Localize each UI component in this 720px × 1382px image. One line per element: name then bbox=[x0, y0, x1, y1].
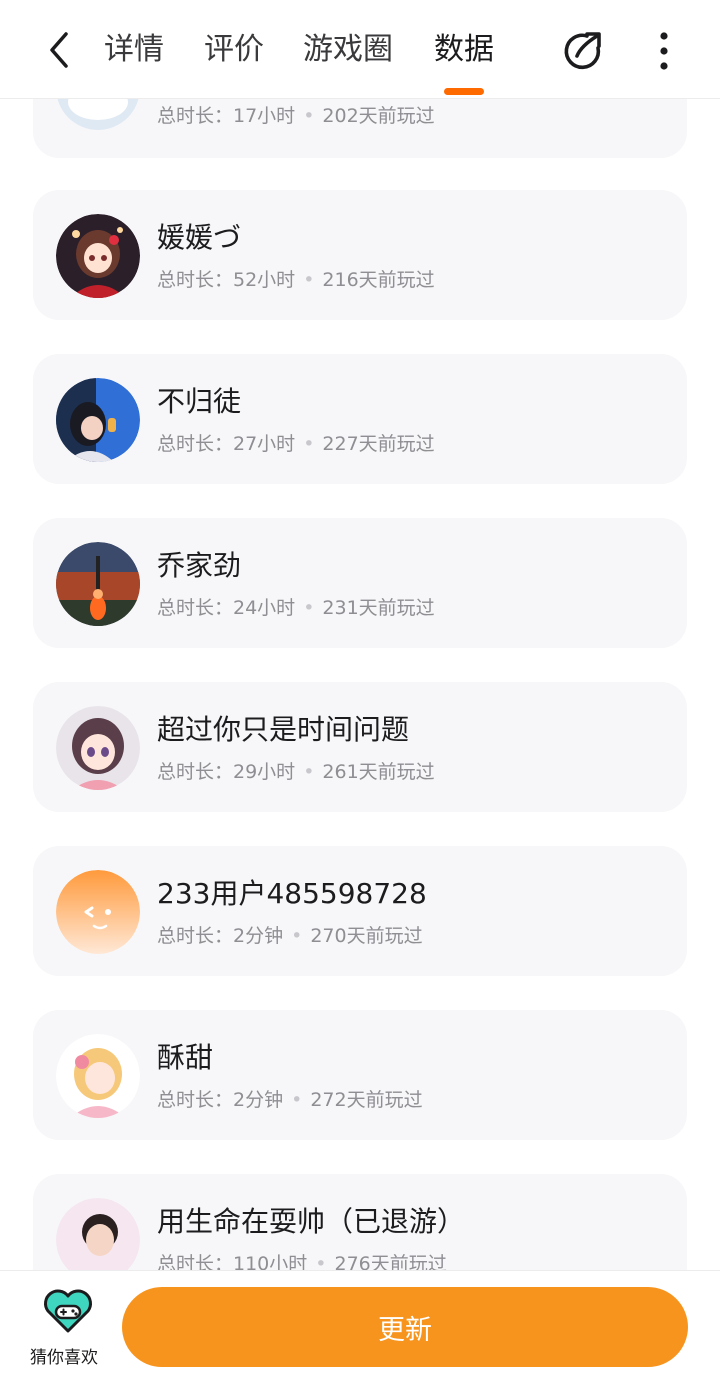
scene-avatar-icon bbox=[56, 542, 140, 626]
more-vertical-icon bbox=[660, 32, 668, 70]
avatar bbox=[56, 378, 140, 462]
guess-you-like-button[interactable] bbox=[42, 1287, 94, 1335]
guess-you-like-label[interactable]: 猜你喜欢 bbox=[30, 1343, 98, 1368]
last-played: 216天前玩过 bbox=[322, 269, 435, 291]
separator-dot-icon: • bbox=[315, 1253, 327, 1270]
separator-dot-icon: • bbox=[303, 269, 315, 291]
anime-girl-avatar-icon bbox=[56, 1034, 140, 1118]
bottom-action-bar: 猜你喜欢 更新 bbox=[0, 1270, 720, 1382]
player-list: 总时长：17小时 • 202天前玩过 媛媛づ 总时长：52小时 • 216天前玩… bbox=[0, 0, 720, 1270]
avatar bbox=[56, 706, 140, 790]
last-played: 270天前玩过 bbox=[310, 925, 423, 947]
play-info: 总时长：110小时 • 276天前玩过 bbox=[157, 1252, 447, 1270]
player-name: 超过你只是时间问题 bbox=[157, 713, 410, 746]
separator-dot-icon: • bbox=[303, 597, 315, 619]
player-card[interactable]: 媛媛づ 总时长：52小时 • 216天前玩过 bbox=[33, 190, 687, 320]
last-played: 272天前玩过 bbox=[310, 1089, 423, 1111]
avatar bbox=[56, 1034, 140, 1118]
back-arrow-icon bbox=[50, 32, 68, 68]
tab-game-circle[interactable]: 游戏圈 bbox=[303, 30, 393, 70]
avatar bbox=[56, 870, 140, 954]
separator-dot-icon: • bbox=[303, 433, 315, 455]
anime-girl-avatar-icon bbox=[56, 214, 140, 298]
back-button[interactable] bbox=[38, 28, 82, 72]
tab-details[interactable]: 详情 bbox=[104, 30, 164, 70]
player-card[interactable]: 超过你只是时间问题 总时长：29小时 • 261天前玩过 bbox=[33, 682, 687, 812]
player-card[interactable]: 233用户485598728 总时长：2分钟 • 270天前玩过 bbox=[33, 846, 687, 976]
play-duration: 总时长：24小时 bbox=[157, 597, 296, 619]
player-card[interactable]: 乔家劲 总时长：24小时 • 231天前玩过 bbox=[33, 518, 687, 648]
more-options-button[interactable] bbox=[646, 28, 682, 74]
play-info: 总时长：27小时 • 227天前玩过 bbox=[157, 432, 435, 456]
play-info: 总时长：17小时 • 202天前玩过 bbox=[157, 104, 435, 128]
play-duration: 总时长：17小时 bbox=[157, 105, 296, 127]
boy-avatar-icon bbox=[56, 1198, 140, 1270]
anime-girl-avatar-icon bbox=[56, 706, 140, 790]
play-info: 总时长：24小时 • 231天前玩过 bbox=[157, 596, 435, 620]
separator-dot-icon: • bbox=[291, 925, 303, 947]
last-played: 276天前玩过 bbox=[334, 1253, 447, 1270]
play-info: 总时长：29小时 • 261天前玩过 bbox=[157, 760, 435, 784]
play-duration: 总时长：2分钟 bbox=[157, 925, 284, 947]
anime-girl-avatar-icon bbox=[56, 378, 140, 462]
play-duration: 总时长：2分钟 bbox=[157, 1089, 284, 1111]
last-played: 202天前玩过 bbox=[322, 105, 435, 127]
tab-reviews[interactable]: 评价 bbox=[204, 30, 264, 70]
active-tab-indicator bbox=[444, 88, 484, 95]
player-name: 233用户485598728 bbox=[157, 877, 427, 910]
play-duration: 总时长：52小时 bbox=[157, 269, 296, 291]
last-played: 227天前玩过 bbox=[322, 433, 435, 455]
play-duration: 总时长：110小时 bbox=[157, 1253, 308, 1270]
avatar bbox=[56, 542, 140, 626]
play-duration: 总时长：27小时 bbox=[157, 433, 296, 455]
separator-dot-icon: • bbox=[291, 1089, 303, 1111]
tab-data[interactable]: 数据 bbox=[434, 30, 494, 70]
play-info: 总时长：2分钟 • 272天前玩过 bbox=[157, 1088, 423, 1112]
heart-gamepad-icon bbox=[44, 1289, 92, 1333]
avatar bbox=[56, 214, 140, 298]
default-orange-avatar-icon bbox=[56, 870, 140, 954]
play-info: 总时长：52小时 • 216天前玩过 bbox=[157, 268, 435, 292]
share-button[interactable] bbox=[561, 28, 607, 74]
share-icon bbox=[564, 32, 601, 70]
player-name: 酥甜 bbox=[157, 1041, 214, 1074]
play-duration: 总时长：29小时 bbox=[157, 761, 296, 783]
separator-dot-icon: • bbox=[303, 761, 315, 783]
player-name: 不归徒 bbox=[157, 385, 242, 418]
last-played: 261天前玩过 bbox=[322, 761, 435, 783]
player-name: 用生命在耍帅（已退游） bbox=[157, 1205, 466, 1238]
avatar bbox=[56, 1198, 140, 1270]
last-played: 231天前玩过 bbox=[322, 597, 435, 619]
player-card[interactable]: 用生命在耍帅（已退游） 总时长：110小时 • 276天前玩过 bbox=[33, 1174, 687, 1270]
update-button[interactable]: 更新 bbox=[122, 1287, 688, 1367]
top-nav-bar: 详情 评价 游戏圈 数据 bbox=[0, 0, 720, 99]
separator-dot-icon: • bbox=[303, 105, 315, 127]
game-data-page: 总时长：17小时 • 202天前玩过 媛媛づ 总时长：52小时 • 216天前玩… bbox=[0, 0, 720, 1382]
play-info: 总时长：2分钟 • 270天前玩过 bbox=[157, 924, 423, 948]
player-card[interactable]: 不归徒 总时长：27小时 • 227天前玩过 bbox=[33, 354, 687, 484]
player-card[interactable]: 酥甜 总时长：2分钟 • 272天前玩过 bbox=[33, 1010, 687, 1140]
player-name: 媛媛づ bbox=[157, 221, 242, 254]
player-name: 乔家劲 bbox=[157, 549, 242, 582]
